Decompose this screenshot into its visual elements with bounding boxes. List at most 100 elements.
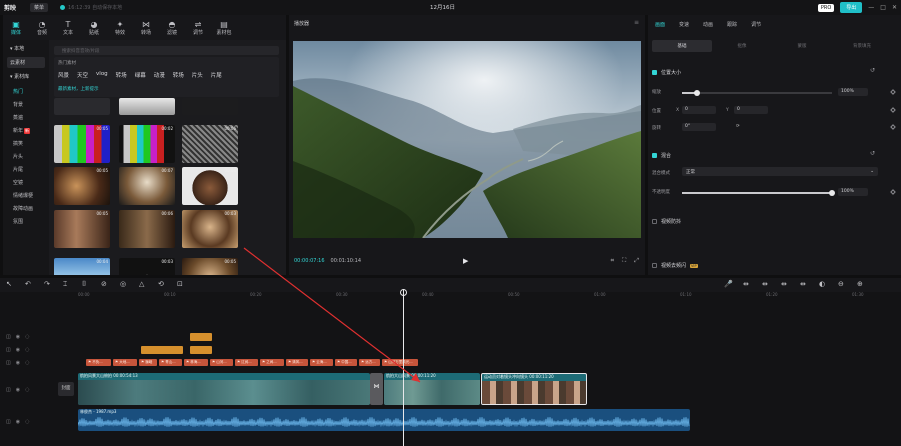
lock-icon[interactable]: ◫ [6, 419, 11, 425]
reset-zoom-icon[interactable]: ◐ [819, 280, 825, 288]
lock-icon[interactable]: ◫ [6, 334, 11, 340]
media-thumbnail[interactable]: 00:05 [54, 125, 110, 163]
link-icon[interactable]: ⇹ [743, 280, 749, 288]
tab-sticker[interactable]: ◕ 贴纸 [81, 15, 107, 40]
cover-button[interactable]: 封面 [58, 382, 74, 396]
audio-clip[interactable]: 林俊杰 - 1987.mp3 [78, 409, 690, 431]
subtitle-clip[interactable]: ⚑ 巍峨 [139, 359, 157, 366]
select-icon[interactable]: ↖ [6, 280, 12, 288]
crop-icon[interactable]: ⊡ [177, 280, 183, 288]
nav-item[interactable]: 片尾 [3, 163, 49, 176]
subtitle-clip[interactable]: ⚑ 之间... [260, 359, 284, 366]
blend-checkbox[interactable] [652, 153, 657, 158]
video-clip-2[interactable]: 航拍大山风景 00:00:11:20 [384, 373, 480, 405]
eye-icon[interactable]: ◉ [16, 347, 20, 353]
prop-subtab[interactable]: 基础 [652, 40, 712, 52]
prop-subtab[interactable]: 蒙版 [772, 40, 832, 52]
video-clip-1[interactable]: 航拍风景大山俯拍 00:00:54:13 [78, 373, 370, 405]
menu-button[interactable]: 菜单 [30, 3, 49, 12]
media-thumbnail[interactable] [182, 98, 238, 115]
denoise-checkbox[interactable] [652, 263, 657, 268]
nav-item[interactable]: 故障动画 [3, 202, 49, 215]
maximize-icon[interactable]: □ [880, 4, 886, 11]
nav-item[interactable]: 搞笑 [3, 137, 49, 150]
tag-item[interactable]: 动漫 [154, 71, 165, 79]
media-thumbnail[interactable]: 00:07 [119, 167, 175, 205]
video-preview[interactable] [293, 41, 641, 238]
mute-icon[interactable]: ◌ [25, 347, 29, 353]
transition-handle[interactable]: ⋈ [370, 373, 383, 405]
media-thumbnail[interactable]: 00:04 [54, 258, 110, 275]
nav-item[interactable]: 蒸遍 [3, 111, 49, 124]
eye-icon[interactable]: ◉ [16, 360, 20, 366]
eye-icon[interactable]: ◉ [16, 387, 20, 393]
freeze-icon[interactable]: ⊘ [101, 280, 107, 288]
tab-effects[interactable]: ✦ 特效 [107, 15, 133, 40]
blend-section[interactable]: 混合 [652, 152, 671, 159]
undo-icon[interactable]: ↶ [25, 280, 31, 288]
scale-slider-knob[interactable] [694, 90, 700, 96]
eye-icon[interactable]: ◉ [16, 334, 20, 340]
prop-tab[interactable]: 画面 [648, 19, 672, 30]
subtitle-clip[interactable]: ⚑ 林海... [184, 359, 208, 366]
subtitle-clip[interactable]: ⚑ 清风... [286, 359, 308, 366]
media-thumbnail[interactable]: 00:06 [119, 210, 175, 248]
fullscreen-icon[interactable]: ⤢ [634, 257, 639, 265]
media-thumbnail[interactable]: 00:04 [182, 167, 238, 205]
zoom-in-icon[interactable]: ⊕ [857, 280, 863, 288]
opacity-keyframe-icon[interactable] [890, 189, 896, 195]
tag-item[interactable]: 绿幕 [135, 71, 146, 79]
video-clip-3[interactable]: 运动员对着镜头冲向镜头 00:00:11:20 [481, 373, 587, 405]
subtitle-clip[interactable]: ⚑ 中国... [335, 359, 357, 366]
tag-item[interactable]: 风景 [58, 71, 69, 79]
media-thumbnail[interactable]: 00:02 [119, 125, 175, 163]
tag-item[interactable]: 转场 [173, 71, 184, 79]
nav-cloud[interactable]: 云素材 [7, 57, 45, 68]
subtitle-clip[interactable]: ⚑ 辽阔... [235, 359, 258, 366]
lock-icon[interactable]: ◫ [6, 360, 11, 366]
nav-item[interactable]: 新年新 [3, 124, 49, 137]
minimize-icon[interactable]: — [868, 4, 874, 11]
stabilize-checkbox[interactable] [652, 219, 657, 224]
pos-x-input[interactable]: 0 [682, 106, 716, 114]
tab-filter[interactable]: ◓ 滤镜 [159, 15, 185, 40]
tag-item[interactable]: 转场 [116, 71, 127, 79]
blend-reset-icon[interactable]: ↺ [870, 150, 875, 157]
triangle-icon[interactable]: △ [139, 280, 144, 288]
nav-item[interactable]: 空镜 [3, 176, 49, 189]
tab-audio[interactable]: ◔ 音频 [29, 15, 55, 40]
rotate-input[interactable]: 0° [682, 123, 716, 131]
pro-badge[interactable]: PRO [817, 3, 835, 12]
opacity-slider[interactable] [682, 190, 835, 196]
subtitle-clip[interactable]: ⚑ 大地... [113, 359, 137, 366]
search-input[interactable]: 搜索抖音音效/片段 [54, 46, 279, 55]
tab-adjust[interactable]: ⇌ 调节 [185, 15, 211, 40]
delete-icon[interactable]: ⌷ [82, 280, 86, 289]
media-thumbnail[interactable]: 00:05 [182, 258, 238, 275]
blend-mode-dropdown[interactable]: 正常 ⌄ [682, 167, 878, 176]
record-icon[interactable]: ◎ [120, 280, 126, 288]
tag-item[interactable]: vlog [96, 71, 108, 79]
prop-subtab[interactable]: 背景填充 [832, 40, 892, 52]
split-icon[interactable]: ⌶ [63, 280, 67, 289]
crop-icon[interactable]: ⌗ [611, 257, 614, 265]
subtitle-clip[interactable]: ⚑ 山河万里风光... [382, 359, 418, 366]
denoise-section[interactable]: 视频去频闪 VIP [652, 262, 698, 269]
preview-icon[interactable]: ⇹ [781, 280, 787, 288]
rotate-icon[interactable]: ⟳ [736, 124, 740, 129]
effect-clip[interactable] [141, 346, 183, 354]
close-icon[interactable]: ✕ [892, 4, 897, 11]
scale-keyframe-icon[interactable] [890, 89, 896, 95]
tag-item[interactable]: 片尾 [211, 71, 222, 79]
ratio-icon[interactable]: ⛶ [622, 257, 626, 265]
effect-clip[interactable] [190, 333, 212, 341]
prop-tab[interactable]: 跟踪 [720, 19, 744, 30]
stabilize-section[interactable]: 视频防抖 [652, 218, 681, 225]
redo-icon[interactable]: ↷ [44, 280, 50, 288]
tab-media[interactable]: ▣ 媒体 [3, 15, 29, 40]
project-title[interactable]: 12月16日 [430, 3, 455, 11]
position-keyframe-icon[interactable] [890, 107, 896, 113]
tab-transition[interactable]: ⋈ 转场 [133, 15, 159, 40]
mute-icon[interactable]: ◌ [25, 419, 29, 425]
nav-item[interactable]: 片头 [3, 150, 49, 163]
